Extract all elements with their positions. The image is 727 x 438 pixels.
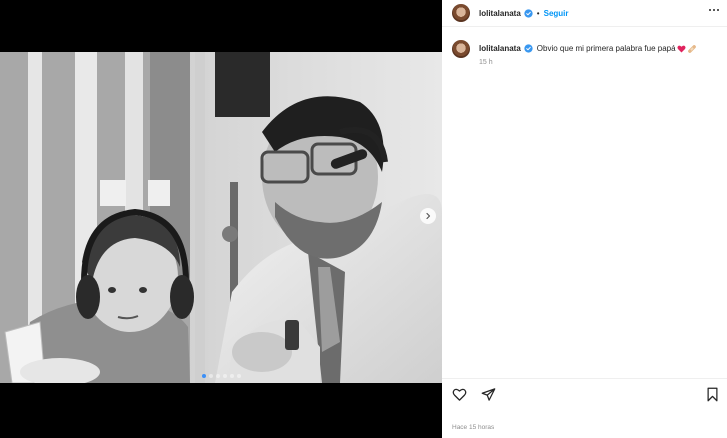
follow-button[interactable]: Seguir [544,9,569,18]
post-photo-image [0,52,442,383]
post-caption: lolitalanata Obvio que mi primera palabr… [452,40,722,66]
post-photo[interactable] [0,52,442,383]
post-actions-bar: Hace 15 horas [442,378,727,438]
post-header: lolitalanata • Seguir [442,0,727,27]
username-link[interactable]: lolitalanata [479,9,521,18]
avatar[interactable] [452,4,470,22]
carousel-next-button[interactable] [420,208,436,224]
more-options-icon[interactable] [709,9,719,11]
carousel-indicator [0,374,442,378]
caption-text: Obvio que mi primera palabra fue papá [536,44,676,53]
caption-time: 15 h [479,59,493,66]
paper-plane-icon[interactable] [481,387,496,402]
post-sidebar: lolitalanata • Seguir lolitalanata Obvio… [442,0,727,438]
carousel-dot [222,374,227,378]
carousel-dot [215,374,220,378]
heart-outline-icon[interactable] [452,387,467,402]
chevron-right-icon [426,212,431,220]
carousel-dot [208,374,213,378]
adhesive-bandage-emoji-icon [687,44,696,53]
post-media [0,0,442,438]
caption-username-link[interactable]: lolitalanata [479,43,521,54]
bookmark-icon[interactable] [706,387,719,402]
separator-dot: • [536,8,540,18]
carousel-dot [229,374,234,378]
red-heart-emoji-icon [677,45,686,53]
carousel-dot [201,374,206,378]
verified-badge-icon [524,8,533,18]
caption-avatar[interactable] [452,40,470,58]
post-timestamp: Hace 15 horas [452,424,495,431]
verified-badge-icon [524,44,533,53]
carousel-dot [236,374,241,378]
